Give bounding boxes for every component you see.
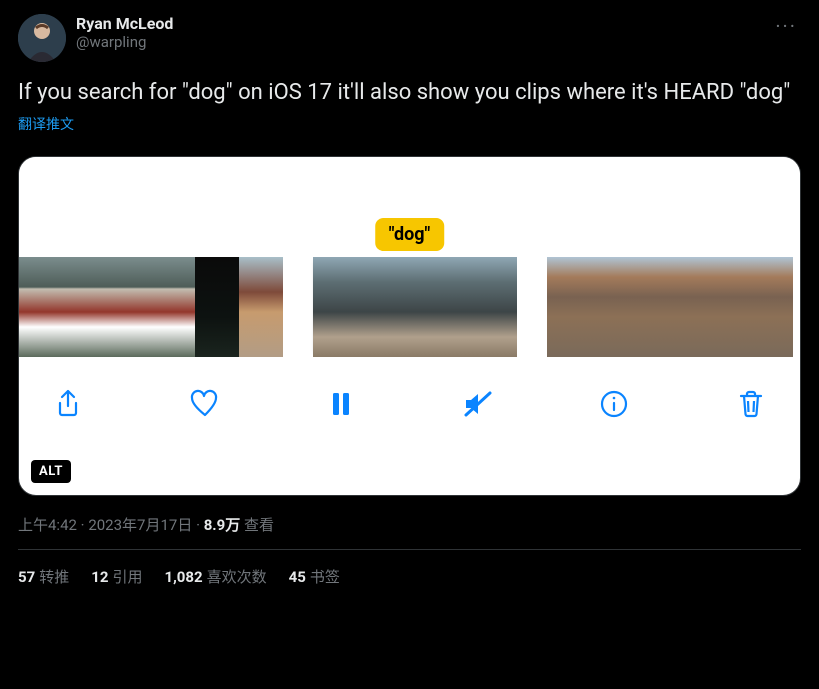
- pause-icon: [325, 388, 357, 420]
- tweet-container: Ryan McLeod @warpling ··· If you search …: [0, 0, 819, 587]
- views-label: 查看: [240, 516, 274, 534]
- clip-group-1: [19, 257, 283, 357]
- clip-group-3: [547, 257, 793, 357]
- author-name-block[interactable]: Ryan McLeod @warpling: [76, 14, 761, 51]
- like-button[interactable]: [186, 385, 224, 423]
- alt-badge[interactable]: ALT: [31, 460, 71, 483]
- mute-button[interactable]: [459, 385, 497, 423]
- tweet-text: If you search for "dog" on iOS 17 it'll …: [18, 78, 801, 108]
- thumbnail: [635, 257, 679, 357]
- share-button[interactable]: [49, 385, 87, 423]
- thumbnail: [19, 257, 63, 357]
- quotes-stat[interactable]: 12引用: [91, 566, 142, 587]
- clip-group-2: [313, 257, 517, 357]
- thumbnail: [547, 257, 591, 357]
- media-preview-area: "dog": [19, 157, 800, 257]
- tweet-date[interactable]: 2023年7月17日: [88, 516, 192, 534]
- mute-icon: [462, 388, 494, 420]
- heart-icon: [189, 388, 221, 420]
- tweet-stats: 57转推 12引用 1,082喜欢次数 45书签: [18, 550, 801, 587]
- more-button[interactable]: ···: [771, 14, 801, 38]
- translate-link[interactable]: 翻译推文: [18, 114, 74, 134]
- media-toolbar: [19, 357, 800, 423]
- video-filmstrip[interactable]: [19, 257, 800, 357]
- tweet-meta: 上午4:42 · 2023年7月17日 · 8.9万 查看: [18, 514, 801, 550]
- handle: @warpling: [76, 33, 761, 51]
- thumbnail: [63, 257, 107, 357]
- display-name: Ryan McLeod: [76, 14, 761, 33]
- thumbnail: [151, 257, 195, 357]
- avatar[interactable]: [18, 14, 66, 62]
- thumbnail: [767, 257, 793, 357]
- likes-stat[interactable]: 1,082喜欢次数: [164, 566, 266, 587]
- tweet-time[interactable]: 上午4:42: [18, 516, 77, 534]
- thumbnail: [195, 257, 239, 357]
- thumbnail: [679, 257, 723, 357]
- share-icon: [52, 388, 84, 420]
- tweet-header: Ryan McLeod @warpling ···: [18, 14, 801, 62]
- media-card[interactable]: "dog": [18, 156, 801, 496]
- trash-button[interactable]: [732, 385, 770, 423]
- thumbnail: [371, 257, 429, 357]
- thumbnail: [591, 257, 635, 357]
- pause-button[interactable]: [322, 385, 360, 423]
- info-button[interactable]: [595, 385, 633, 423]
- bookmarks-stat[interactable]: 45书签: [289, 566, 340, 587]
- trash-icon: [735, 388, 767, 420]
- thumbnail: [429, 257, 487, 357]
- thumbnail: [107, 257, 151, 357]
- thumbnail: [487, 257, 517, 357]
- retweets-stat[interactable]: 57转推: [18, 566, 69, 587]
- thumbnail: [723, 257, 767, 357]
- thumbnail: [313, 257, 371, 357]
- info-icon: [598, 388, 630, 420]
- thumbnail: [239, 257, 283, 357]
- search-term-chip: "dog": [375, 218, 445, 251]
- views-count: 8.9万: [204, 516, 241, 534]
